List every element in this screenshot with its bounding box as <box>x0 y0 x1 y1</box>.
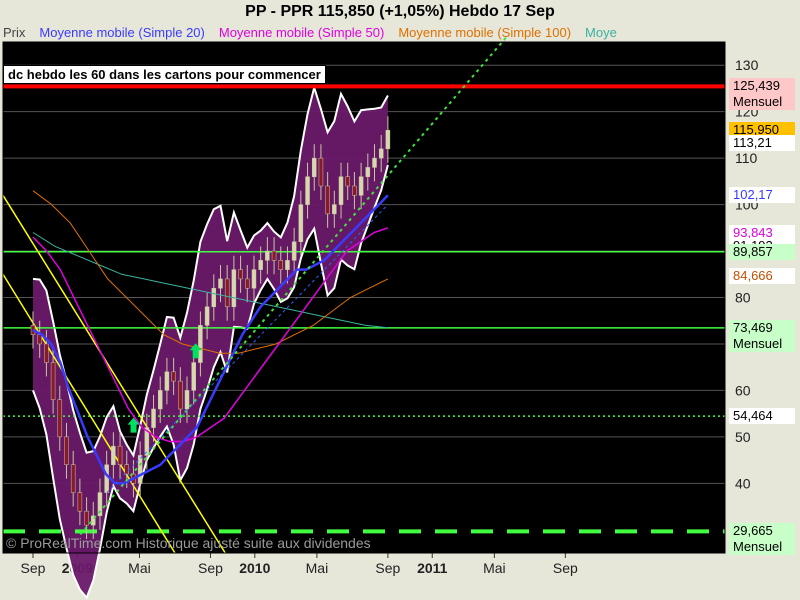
candle <box>378 148 384 159</box>
price-tag: 54,464 <box>729 408 795 425</box>
candle <box>338 176 344 205</box>
candle <box>352 185 357 196</box>
candle <box>117 445 123 465</box>
price-tag: 73,469 Mensuel <box>729 319 795 352</box>
candle <box>385 130 391 150</box>
price-tag: 125,439 Mensuel <box>729 78 795 111</box>
x-tick-label: Sep <box>21 560 46 576</box>
y-tick-label: 40 <box>735 475 751 491</box>
price-tag-value: 84,666 <box>733 267 773 283</box>
y-tick-label: 130 <box>735 57 759 73</box>
price-tag-value: 113,21 <box>733 135 772 151</box>
candle <box>171 371 176 382</box>
candle <box>271 250 277 261</box>
candle <box>332 204 337 215</box>
candle <box>111 445 116 465</box>
price-tag-value: 102,17 <box>733 186 773 202</box>
price-tag-value: 89,857 <box>733 243 773 259</box>
candle <box>178 380 183 410</box>
candle <box>218 278 223 289</box>
x-tick-label: Mai <box>483 560 506 576</box>
annotation-label: dc hebdo les 60 dans les cartons pour co… <box>3 65 326 84</box>
candle <box>245 278 250 289</box>
candle <box>231 269 237 308</box>
candle <box>57 399 63 438</box>
legend-entry[interactable]: Moyenne mobile (Simple 20) <box>39 25 204 40</box>
x-tick-label: Sep <box>375 560 400 576</box>
candle <box>204 306 210 326</box>
candle <box>238 269 243 280</box>
candle <box>191 362 196 391</box>
y-tick-label: 80 <box>735 290 751 306</box>
price-chart[interactable]: 405060708090100110120130Sep2009MaiSep201… <box>0 0 800 600</box>
x-tick-label: Mai <box>306 560 329 576</box>
candle <box>278 260 284 270</box>
candle <box>70 464 76 493</box>
price-tag-period: Mensuel <box>733 539 783 555</box>
candle <box>137 455 143 484</box>
legend-entry[interactable]: Moye <box>585 25 617 40</box>
price-tag: 89,857 <box>729 243 795 260</box>
candle <box>157 390 163 410</box>
candle <box>251 269 257 289</box>
price-tag: 102,17 <box>729 186 795 203</box>
x-tick-label: 2010 <box>239 560 270 576</box>
candle <box>151 408 156 428</box>
candle <box>311 157 317 177</box>
price-tag-value: 73,469 <box>733 319 773 335</box>
legend: Prix Moyenne mobile (Simple 20) Moyenne mo… <box>3 24 729 42</box>
price-tag-value: 54,464 <box>733 408 773 424</box>
candle <box>50 362 56 400</box>
price-tag-period: Mensuel <box>733 94 783 110</box>
x-tick-label: Mai <box>128 560 151 576</box>
candle <box>365 167 371 177</box>
candle <box>224 278 230 308</box>
candle <box>164 371 170 391</box>
x-tick-label: Sep <box>198 560 223 576</box>
y-tick-label: 60 <box>735 382 751 398</box>
chart-title: PP - PPR 115,850 (+1,05%) Hebdo 17 Sep <box>245 3 555 20</box>
candle <box>298 204 304 243</box>
candle <box>291 241 297 261</box>
legend-entry[interactable]: Moyenne mobile (Simple 100) <box>398 25 571 40</box>
legend-entry[interactable]: Prix <box>3 25 25 40</box>
candle <box>84 510 89 526</box>
candle <box>77 492 83 512</box>
candle <box>37 334 42 345</box>
legend-entry[interactable]: Moyenne mobile (Simple 50) <box>219 25 384 40</box>
candle <box>358 176 364 196</box>
candle <box>345 176 350 187</box>
candle <box>372 157 377 168</box>
candle <box>198 325 203 363</box>
price-tag-value: 29,665 <box>733 523 773 539</box>
x-tick-label: 2011 <box>417 560 448 576</box>
candle <box>318 157 324 187</box>
price-tag: 113,21 <box>729 135 795 152</box>
price-tag-value: 125,439 <box>733 78 780 94</box>
candle <box>64 436 69 465</box>
candle <box>305 176 310 205</box>
price-tag: 29,665 Mensuel <box>729 523 795 556</box>
candle <box>211 287 217 308</box>
candle <box>104 464 109 493</box>
copyright-text: © ProRealTime.com Historique ajusté suit… <box>6 535 371 551</box>
candle <box>44 343 49 363</box>
candle <box>184 390 190 410</box>
candle <box>124 464 129 475</box>
candle <box>285 260 290 270</box>
chart-window: 405060708090100110120130Sep2009MaiSep201… <box>0 0 800 600</box>
candle <box>325 185 330 215</box>
y-tick-label: 50 <box>735 429 751 445</box>
candle <box>258 260 263 270</box>
y-tick-label: 110 <box>735 150 758 166</box>
price-tag: 84,666 <box>729 267 795 284</box>
price-tag-period: Mensuel <box>733 335 783 351</box>
x-tick-label: Sep <box>553 560 578 576</box>
candle <box>265 250 270 261</box>
